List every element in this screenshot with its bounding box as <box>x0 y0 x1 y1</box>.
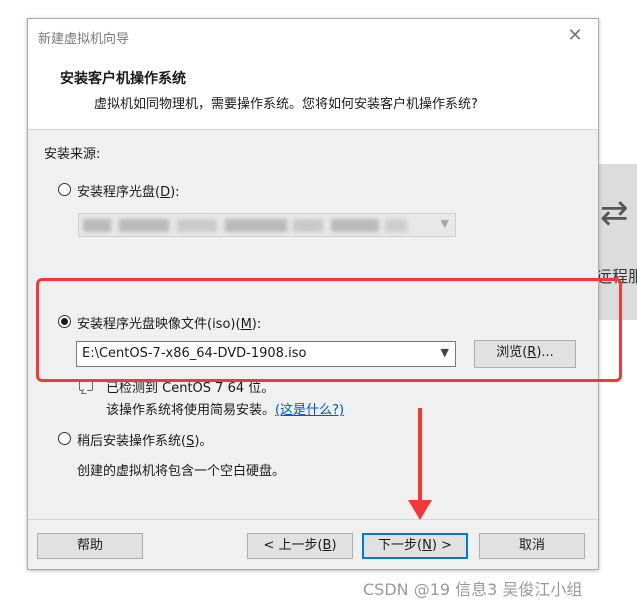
close-icon[interactable]: ✕ <box>566 27 584 45</box>
radio-install-later[interactable] <box>58 432 71 445</box>
later-description: 创建的虚拟机将包含一个空白硬盘。 <box>77 464 286 479</box>
install-source-label: 安装来源: <box>44 147 101 162</box>
footer-divider <box>28 519 598 520</box>
easy-install-text: 该操作系统将使用简易安装。(这是什么?) <box>106 403 345 418</box>
watermark: CSDN @19 信息3 吴俊江小组 <box>363 580 583 599</box>
transfer-arrows-icon: ⇄ <box>600 193 629 233</box>
what-is-this-link[interactable]: (这是什么?) <box>275 403 344 418</box>
disc-drive-select: ▼ <box>78 213 456 237</box>
highlight-box-annotation <box>36 278 622 382</box>
back-button[interactable]: < 上一步(B) <box>247 533 353 559</box>
next-button[interactable]: 下一步(N) > <box>362 533 468 559</box>
option-disc-label[interactable]: 安装程序光盘(D): <box>77 181 180 200</box>
title-bar: 新建虚拟机向导 ✕ <box>28 19 598 53</box>
cancel-button[interactable]: 取消 <box>479 533 585 559</box>
option-later-label[interactable]: 稍后安装操作系统(S)。 <box>77 430 212 449</box>
chevron-down-icon: ▼ <box>440 217 449 230</box>
arrow-annotation-shaft <box>418 408 422 508</box>
page-title: 安装客户机操作系统 <box>60 71 186 87</box>
wizard-header: 安装客户机操作系统 虚拟机如同物理机，需要操作系统。您将如何安装客户机操作系统? <box>28 53 598 130</box>
help-button[interactable]: 帮助 <box>37 533 143 559</box>
page-subtitle: 虚拟机如同物理机，需要操作系统。您将如何安装客户机操作系统? <box>94 97 478 112</box>
window-title: 新建虚拟机向导 <box>38 32 130 47</box>
radio-install-disc[interactable] <box>58 183 71 196</box>
arrow-down-icon <box>408 500 432 520</box>
